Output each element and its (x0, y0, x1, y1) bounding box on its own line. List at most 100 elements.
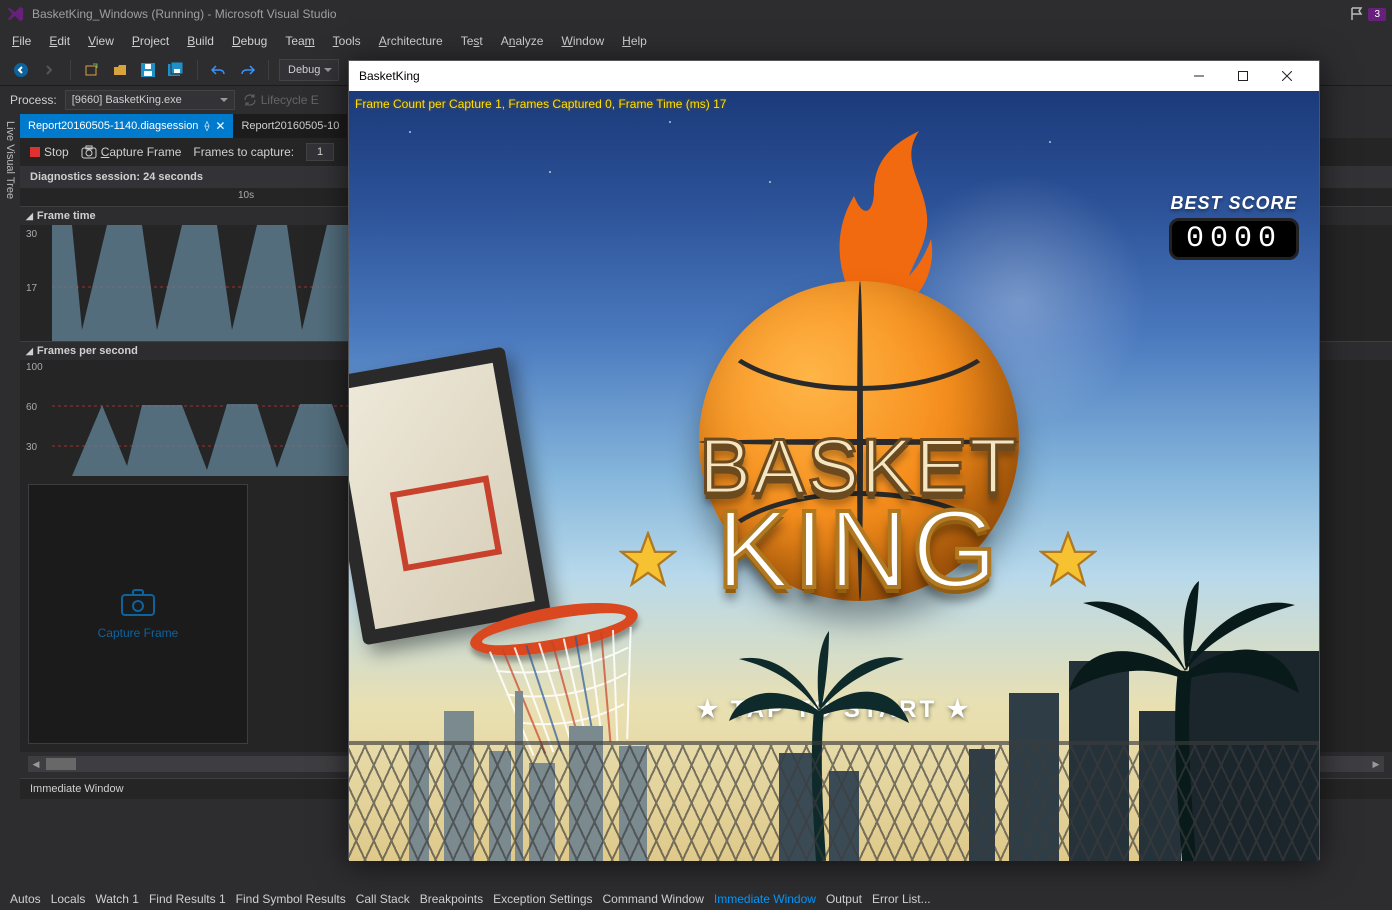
bottom-tab-exceptions[interactable]: Exception Settings (493, 892, 592, 906)
lifecycle-label: Lifecycle E (261, 93, 319, 107)
process-combo[interactable]: [9660] BasketKing.exe (65, 90, 235, 110)
ruler-tick: 10s (238, 190, 254, 201)
capture-label: Capture Frame (101, 145, 182, 159)
frame-time-svg (52, 225, 352, 341)
menu-team[interactable]: Team (277, 32, 322, 50)
game-window[interactable]: BasketKing Frame Count per Capture 1, Fr… (348, 60, 1320, 860)
window-title: BasketKing_Windows (Running) - Microsoft… (32, 7, 337, 21)
best-score-panel: BEST SCORE 0000 (1169, 193, 1299, 260)
y-axis-label: 30 (26, 442, 37, 453)
chart-title: Frames per second (37, 345, 138, 357)
best-score-label: BEST SCORE (1169, 193, 1299, 214)
menu-build[interactable]: Build (179, 32, 222, 50)
camera-icon (81, 145, 97, 159)
best-score-value: 0000 (1169, 218, 1299, 260)
star-dot (1049, 141, 1051, 143)
tab-label: Report20160505-10 (241, 120, 339, 132)
redo-icon[interactable] (236, 59, 258, 81)
live-visual-tree-tab[interactable]: Live Visual Tree (0, 115, 20, 235)
frames-to-capture-input[interactable] (306, 143, 334, 161)
undo-icon[interactable] (208, 59, 230, 81)
stop-button[interactable]: Stop (30, 145, 69, 159)
scroll-right-icon[interactable]: ▶ (1368, 756, 1384, 772)
save-all-icon[interactable] (165, 59, 187, 81)
bottom-tab-commandwindow[interactable]: Command Window (603, 892, 704, 906)
star-dot (409, 131, 411, 133)
bottom-tab-findsymbol[interactable]: Find Symbol Results (236, 892, 346, 906)
menu-analyze[interactable]: Analyze (493, 32, 552, 50)
close-button[interactable] (1265, 62, 1309, 90)
menu-window[interactable]: Window (553, 32, 612, 50)
separator (268, 60, 269, 80)
maximize-button[interactable] (1221, 62, 1265, 90)
bottom-tab-autos[interactable]: Autos (10, 892, 41, 906)
menu-project[interactable]: Project (124, 32, 177, 50)
y-axis-label: 100 (26, 362, 43, 373)
bottom-tab-immediate[interactable]: Immediate Window (714, 892, 816, 906)
camera-large-icon (121, 588, 155, 616)
frames-to-capture-label: Frames to capture: (193, 145, 294, 159)
menu-help[interactable]: Help (614, 32, 655, 50)
menu-bar: File Edit View Project Build Debug Team … (0, 28, 1392, 54)
open-icon[interactable] (109, 59, 131, 81)
star-dot (769, 181, 771, 183)
star-dot (669, 121, 671, 123)
refresh-icon (243, 93, 257, 107)
bottom-tab-strip: Autos Locals Watch 1 Find Results 1 Find… (0, 888, 1392, 910)
basketball-hoop (349, 347, 551, 646)
capture-frame-button[interactable]: Capture Frame (81, 145, 182, 159)
menu-architecture[interactable]: Architecture (371, 32, 451, 50)
scroll-thumb[interactable] (46, 758, 76, 770)
menu-tools[interactable]: Tools (325, 32, 369, 50)
nav-back-button[interactable] (10, 59, 32, 81)
bottom-tab-watch1[interactable]: Watch 1 (95, 892, 139, 906)
menu-file[interactable]: File (4, 32, 39, 50)
tab-label: Report20160505-1140.diagsession (28, 120, 198, 132)
process-label: Process: (10, 93, 57, 107)
game-titlebar[interactable]: BasketKing (349, 61, 1319, 91)
bottom-tab-findresults1[interactable]: Find Results 1 (149, 892, 226, 906)
star-icon (619, 531, 677, 589)
vs-logo-icon (6, 5, 24, 23)
new-project-icon[interactable] (81, 59, 103, 81)
skyline (349, 651, 1319, 861)
menu-edit[interactable]: Edit (41, 32, 78, 50)
capture-frame-link[interactable]: Capture Frame (98, 626, 179, 640)
y-axis-label: 30 (26, 229, 37, 240)
menu-test[interactable]: Test (453, 32, 491, 50)
collapse-icon: ◢ (26, 346, 33, 357)
tab-report-active[interactable]: Report20160505-1140.diagsession ⟠ ✕ (20, 114, 233, 138)
titlebar: BasketKing_Windows (Running) - Microsoft… (0, 0, 1392, 28)
bottom-tab-locals[interactable]: Locals (51, 892, 86, 906)
capture-tile[interactable]: Capture Frame (28, 484, 248, 744)
config-combo[interactable]: Debug (279, 59, 339, 81)
lifecycle-events[interactable]: Lifecycle E (243, 93, 319, 107)
fps-svg (52, 360, 352, 476)
tab-report-2[interactable]: Report20160505-10 (233, 114, 347, 138)
backboard (349, 347, 551, 646)
y-axis-label: 17 (26, 283, 37, 294)
frame-stats-text: Frame Count per Capture 1, Frames Captur… (355, 97, 726, 111)
separator (70, 60, 71, 80)
flag-icon[interactable] (1350, 7, 1364, 21)
scroll-left-icon[interactable]: ◀ (28, 756, 44, 772)
y-axis-label: 60 (26, 402, 37, 413)
collapse-icon: ◢ (26, 211, 33, 222)
logo-text: BASKET KING (639, 421, 1079, 613)
bottom-tab-output[interactable]: Output (826, 892, 862, 906)
close-icon[interactable]: ✕ (215, 119, 225, 133)
menu-debug[interactable]: Debug (224, 32, 275, 50)
save-icon[interactable] (137, 59, 159, 81)
bottom-tab-callstack[interactable]: Call Stack (356, 892, 410, 906)
game-window-title: BasketKing (359, 69, 420, 83)
nav-fwd-button[interactable] (38, 59, 60, 81)
separator (197, 60, 198, 80)
bottom-tab-breakpoints[interactable]: Breakpoints (420, 892, 483, 906)
minimize-button[interactable] (1177, 62, 1221, 90)
star-dot (549, 171, 551, 173)
game-canvas[interactable]: Frame Count per Capture 1, Frames Captur… (349, 91, 1319, 861)
pin-icon[interactable]: ⟠ (204, 121, 209, 132)
bottom-tab-errorlist[interactable]: Error List... (872, 892, 931, 906)
notification-badge[interactable]: 3 (1368, 8, 1386, 21)
menu-view[interactable]: View (80, 32, 122, 50)
